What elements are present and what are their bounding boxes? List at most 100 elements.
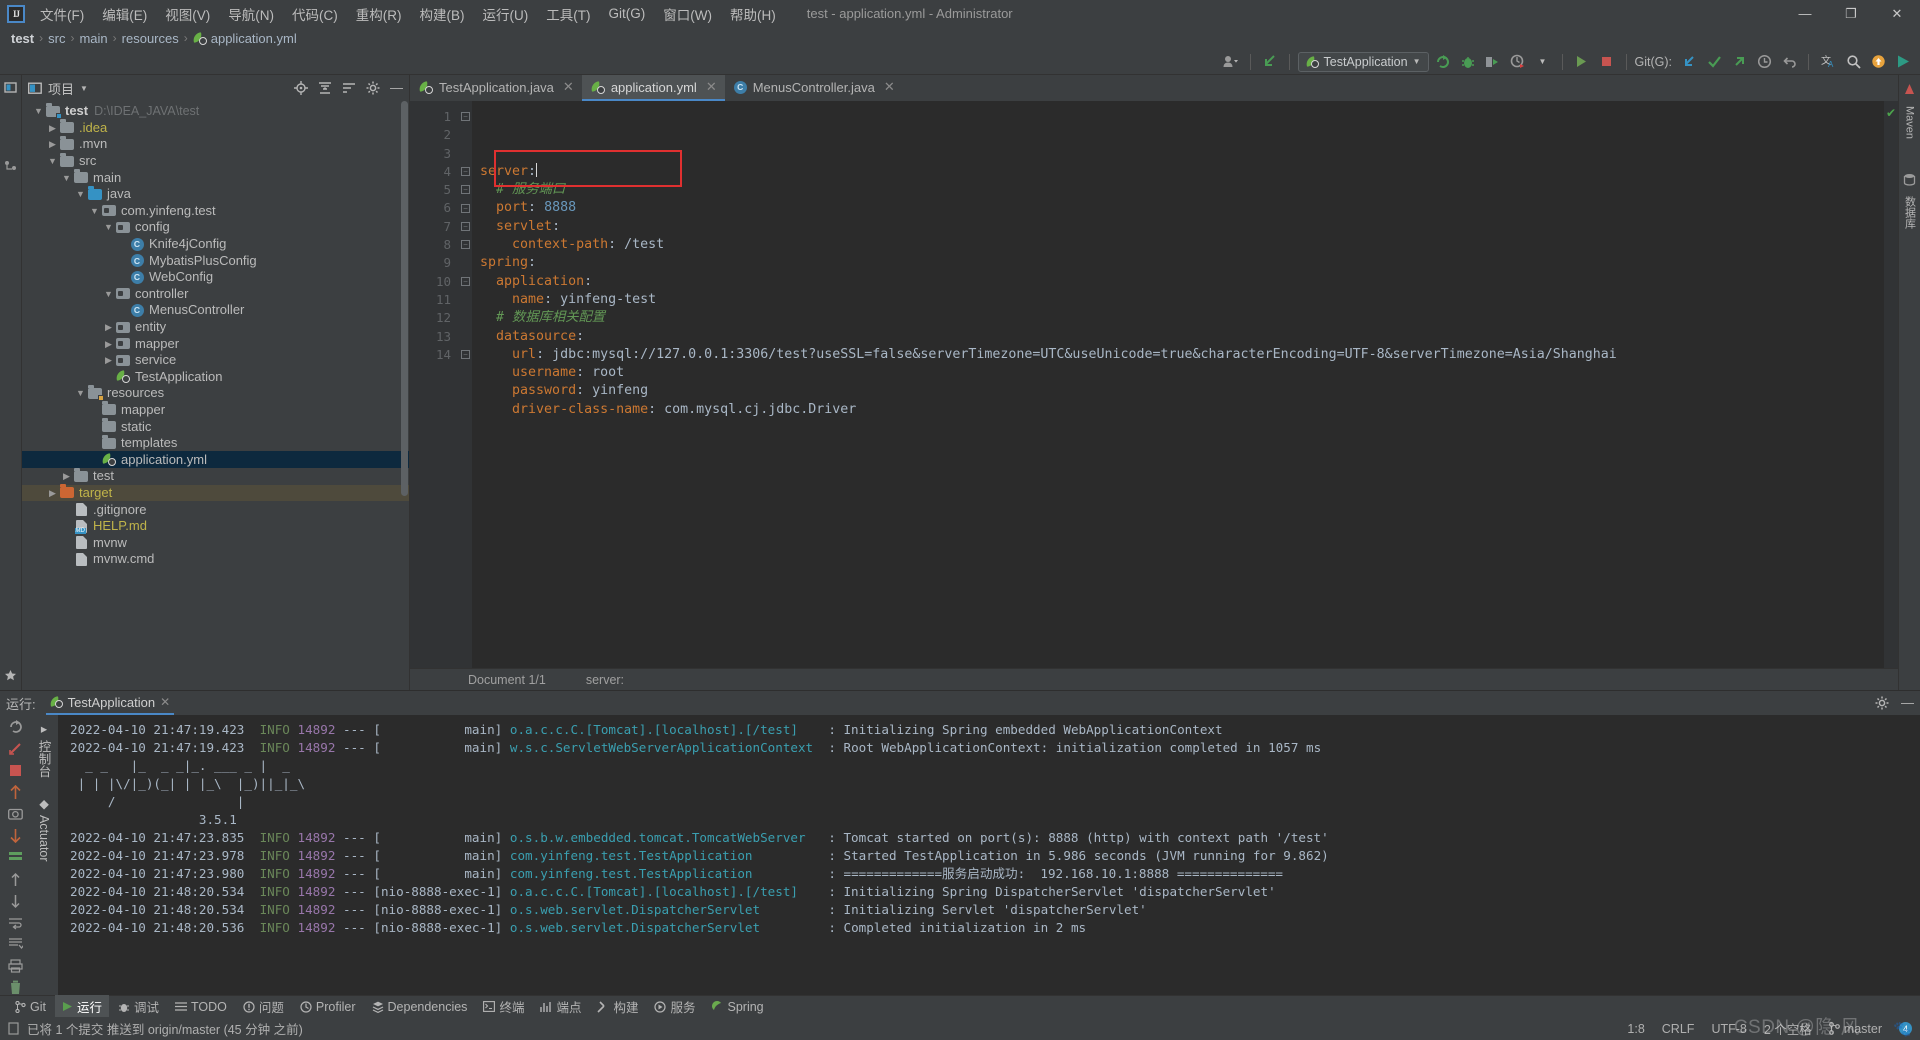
close-icon[interactable]: ✕ <box>706 79 717 95</box>
tree-node[interactable]: mapper <box>22 402 409 419</box>
fold-gutter[interactable]: −−−−−−−− <box>460 101 472 668</box>
menu-git[interactable]: Git(G) <box>600 3 655 24</box>
move-down-icon[interactable] <box>5 894 25 909</box>
tree-node[interactable]: ▼main <box>22 169 409 186</box>
sort-icon[interactable] <box>342 81 356 95</box>
code-content[interactable]: server: # 服务端口 port: 8888 servlet: conte… <box>472 101 1884 668</box>
chevron-down-icon[interactable]: ▼ <box>80 84 88 93</box>
code-line[interactable]: url: jdbc:mysql://127.0.0.1:3306/test?us… <box>480 346 1884 364</box>
chevron-right-icon[interactable]: ▶ <box>60 468 73 484</box>
tool-window-button-terminal[interactable]: 终端 <box>476 995 531 1018</box>
undo-arrow-icon[interactable] <box>1259 52 1281 72</box>
code-line[interactable]: spring: <box>480 254 1884 272</box>
chevron-right-icon[interactable]: ▶ <box>46 120 59 136</box>
settings-gear-icon[interactable] <box>1875 696 1889 710</box>
hide-icon[interactable]: — <box>1901 699 1914 707</box>
tree-node[interactable]: ▼java <box>22 186 409 203</box>
menu-refactor[interactable]: 重构(R) <box>347 1 411 27</box>
hide-icon[interactable]: — <box>390 83 403 93</box>
editor-tab[interactable]: TestApplication.java✕ <box>410 75 582 101</box>
breadcrumb-item-src[interactable]: src <box>45 31 68 46</box>
menu-build[interactable]: 构建(B) <box>411 1 474 27</box>
scroll-up-icon[interactable] <box>5 785 25 800</box>
project-tree-scrollbar[interactable] <box>399 101 409 690</box>
user-avatar-icon[interactable] <box>1220 52 1242 72</box>
stop-icon[interactable] <box>5 763 25 778</box>
database-icon[interactable] <box>1903 173 1916 186</box>
run-tab-testapplication[interactable]: TestApplication ✕ <box>46 691 175 715</box>
menu-run[interactable]: 运行(U) <box>474 1 538 27</box>
menu-navigate[interactable]: 导航(N) <box>219 1 283 27</box>
fold-collapse-icon[interactable]: − <box>461 204 470 213</box>
rerun-icon[interactable] <box>5 719 25 734</box>
code-line[interactable]: driver-class-name: com.mysql.cj.jdbc.Dri… <box>480 401 1884 419</box>
chevron-down-icon[interactable]: ▼ <box>1532 52 1554 72</box>
code-line[interactable]: servlet: <box>480 218 1884 236</box>
fold-collapse-icon[interactable]: − <box>461 277 470 286</box>
fold-collapse-icon[interactable]: − <box>461 167 470 176</box>
tree-node[interactable]: .gitignore <box>22 501 409 518</box>
git-push-icon[interactable] <box>1728 52 1750 72</box>
close-icon[interactable]: ✕ <box>160 695 170 709</box>
collapse-all-icon[interactable] <box>318 81 332 95</box>
chevron-down-icon[interactable]: ▼ <box>102 286 115 302</box>
code-line[interactable]: password: yinfeng <box>480 382 1884 400</box>
tree-node[interactable]: CMenusController <box>22 302 409 319</box>
git-commit-icon[interactable] <box>1703 52 1725 72</box>
settings-gear-icon[interactable] <box>366 81 380 95</box>
tree-node[interactable]: ▼com.yinfeng.test <box>22 203 409 220</box>
ide-update-icon[interactable] <box>1867 52 1889 72</box>
maven-icon[interactable] <box>1903 83 1916 96</box>
print-icon[interactable] <box>5 959 25 974</box>
code-line[interactable]: username: root <box>480 364 1884 382</box>
fold-collapse-icon[interactable]: − <box>461 112 470 121</box>
fold-region-icon[interactable]: − <box>461 240 470 249</box>
tree-node[interactable]: CMybatisPlusConfig <box>22 252 409 269</box>
tool-window-button-git[interactable]: Git <box>8 998 53 1016</box>
fold-region-icon[interactable]: − <box>461 350 470 359</box>
tree-node[interactable]: ▶entity <box>22 319 409 336</box>
debug-rerun-icon[interactable] <box>5 741 25 756</box>
history-icon[interactable] <box>1753 52 1775 72</box>
chevron-right-icon[interactable]: ▶ <box>102 319 115 335</box>
tree-node[interactable]: ▶test <box>22 468 409 485</box>
git-branch-widget[interactable]: master <box>1829 1022 1882 1036</box>
chevron-down-icon[interactable]: ▼ <box>102 219 115 235</box>
code-line[interactable]: datasource: <box>480 328 1884 346</box>
rail-favorites-icon[interactable] <box>4 669 17 682</box>
tool-window-button-todo[interactable]: TODO <box>168 998 234 1016</box>
breadcrumb-item-test[interactable]: test <box>8 31 37 46</box>
tree-node[interactable]: ▶mapper <box>22 335 409 352</box>
camera-icon[interactable] <box>5 807 25 822</box>
console-tab-actuator[interactable]: ◆ Actuator <box>37 796 52 862</box>
tool-window-button-dependencies[interactable]: Dependencies <box>365 998 475 1016</box>
chevron-right-icon[interactable]: ▶ <box>102 352 115 368</box>
chevron-right-icon[interactable]: ▶ <box>102 336 115 352</box>
file-encoding[interactable]: UTF-8 <box>1711 1022 1746 1036</box>
editor-tab[interactable]: CMenusController.java✕ <box>725 75 903 101</box>
code-line[interactable]: port: 8888 <box>480 199 1884 217</box>
scroll-to-end-icon[interactable] <box>5 937 25 952</box>
editor-tab[interactable]: application.yml✕ <box>582 75 725 101</box>
tool-window-button-spring[interactable]: Spring <box>705 998 771 1016</box>
tree-node[interactable]: TestApplication <box>22 369 409 386</box>
minimize-icon[interactable]: — <box>1782 0 1828 27</box>
chevron-down-icon[interactable]: ▼ <box>74 385 87 401</box>
tree-node[interactable]: CKnife4jConfig <box>22 236 409 253</box>
tree-node[interactable]: CWebConfig <box>22 269 409 286</box>
menu-help[interactable]: 帮助(H) <box>721 1 785 27</box>
inspection-ok-icon[interactable]: ✔ <box>1886 106 1896 120</box>
chevron-down-icon[interactable]: ▼ <box>32 103 45 119</box>
tree-node[interactable]: ▼src <box>22 153 409 170</box>
rail-project-icon[interactable] <box>4 81 17 94</box>
rail-database-label[interactable]: 数据库 <box>1902 196 1918 229</box>
code-line[interactable]: server: <box>480 163 1884 181</box>
tree-node[interactable]: ▼testD:\IDEA_JAVA\test <box>22 103 409 120</box>
code-line[interactable]: name: yinfeng-test <box>480 291 1884 309</box>
play-green-icon[interactable] <box>1892 52 1914 72</box>
breadcrumb-item-application-yml[interactable]: application.yml <box>190 31 300 46</box>
tree-node[interactable]: MDHELP.md <box>22 518 409 535</box>
tree-node[interactable]: ▶.idea <box>22 120 409 137</box>
git-update-icon[interactable] <box>1678 52 1700 72</box>
tree-node[interactable]: templates <box>22 435 409 452</box>
